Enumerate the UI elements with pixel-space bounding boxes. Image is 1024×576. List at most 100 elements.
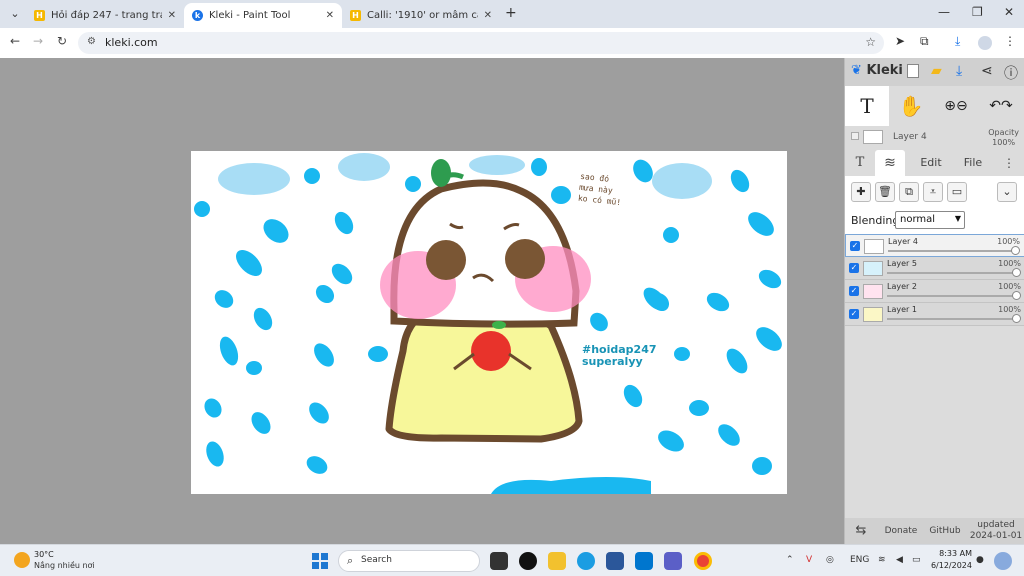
window-close-icon[interactable]: ✕ [1004, 5, 1014, 19]
dell-icon[interactable] [635, 552, 653, 570]
new-tab-button[interactable]: + [505, 5, 517, 21]
wifi-icon[interactable]: ≋ [878, 555, 886, 565]
close-icon[interactable]: ✕ [484, 10, 492, 21]
merge-down-icon[interactable]: ⩡ [923, 182, 943, 202]
add-layer-icon[interactable]: ✚ [851, 182, 871, 202]
profile-avatar[interactable] [978, 36, 992, 50]
zoom-icon[interactable]: ⊕⊖ [937, 86, 975, 126]
swap-side-icon[interactable]: ⇆ [849, 518, 873, 544]
drawing-art [194, 153, 782, 494]
layer-row[interactable]: ✓ Layer 5 100% [845, 257, 1024, 280]
new-image-icon[interactable] [907, 64, 919, 78]
canvas-workspace[interactable]: sao đó mưa này ko có mũ! #hoidap247 supe… [0, 58, 844, 544]
chevron-down-icon: ▼ [954, 214, 961, 223]
download-icon[interactable]: ⤓ [955, 34, 960, 49]
weather-widget[interactable]: 30°C Nắng nhiều nơi [12, 549, 132, 575]
opacity-slider-track[interactable] [887, 272, 1019, 274]
tab-kleki[interactable]: k Kleki - Paint Tool ✕ [184, 3, 342, 28]
layer-row[interactable]: ✓ Layer 4 100% [845, 234, 1024, 257]
copilot-icon[interactable] [994, 552, 1012, 570]
github-link[interactable]: GitHub [925, 518, 965, 544]
share-icon[interactable]: ⋖ [981, 63, 993, 79]
edge-icon[interactable] [577, 552, 595, 570]
duplicate-layer-icon[interactable]: ⧉ [899, 182, 919, 202]
kleki-logo: ❦ Kleki [851, 63, 903, 78]
opacity-slider-track[interactable] [887, 295, 1019, 297]
extensions-icon[interactable]: ⧉ [920, 34, 929, 49]
donate-link[interactable]: Donate [881, 518, 921, 544]
rename-layer-icon[interactable]: ▭ [947, 182, 967, 202]
opacity-slider-handle[interactable] [1011, 246, 1020, 255]
hand-tool-icon[interactable]: ✋ [895, 86, 927, 126]
cursor-icon[interactable]: ➤ [895, 34, 905, 48]
forward-icon[interactable]: → [33, 34, 43, 48]
tab-file[interactable]: File [955, 150, 991, 176]
eye-left [426, 240, 466, 280]
tab-text[interactable]: T [847, 150, 873, 176]
tab-hoidap[interactable]: H Hỏi đáp 247 - trang tra loi ✕ [26, 3, 184, 28]
help-icon[interactable]: ⓘ [1004, 63, 1018, 83]
network-app-icon[interactable]: ◎ [826, 555, 834, 565]
taskbar-search[interactable]: ⌕ Search [338, 550, 480, 572]
blending-select[interactable]: normal ▼ [895, 211, 965, 229]
opacity-slider-track[interactable] [888, 250, 1018, 252]
tab-layers-icon[interactable]: ≋ [875, 150, 905, 176]
tab-calli[interactable]: H Calli: '1910' or mâm câu hỏi 707 ✕ [342, 3, 500, 28]
task-view-icon[interactable] [490, 552, 508, 570]
opacity-slider-handle[interactable] [1012, 314, 1021, 323]
text-tool-button[interactable]: T [845, 86, 889, 126]
language-indicator[interactable]: ENG [850, 555, 869, 565]
opacity-slider-handle[interactable] [1012, 291, 1021, 300]
save-download-icon[interactable]: ⤓ [956, 63, 962, 79]
tab-edit[interactable]: Edit [909, 150, 953, 176]
bookmark-star-icon[interactable]: ☆ [865, 35, 876, 49]
close-icon[interactable]: ✕ [326, 10, 334, 21]
browser-toolbar: ← → ↻ ⚙ kleki.com ☆ ➤ ⧉ ⤓ ⋮ [0, 28, 1024, 58]
opacity-slider-handle[interactable] [1012, 268, 1021, 277]
close-icon[interactable]: ✕ [168, 10, 176, 21]
site-info-icon[interactable]: ⚙ [87, 36, 96, 47]
tool-row: T ✋ ⊕⊖ ↶↷ [845, 86, 1024, 126]
cloud [652, 163, 712, 199]
browser-tab-bar: ⌄ H Hỏi đáp 247 - trang tra loi ✕ k Klek… [0, 0, 1024, 28]
teams-icon[interactable] [664, 552, 682, 570]
restore-icon[interactable]: ❐ [972, 5, 983, 19]
menu-kebab-icon[interactable]: ⋮ [1004, 34, 1016, 48]
minimize-icon[interactable]: — [938, 5, 950, 19]
layer-row[interactable]: ✓ Layer 1 100% [845, 303, 1024, 326]
cloud [469, 155, 525, 175]
sidebar-more-icon[interactable]: ⋮ [997, 150, 1021, 176]
visibility-checkbox[interactable]: ✓ [849, 286, 859, 296]
clock[interactable]: 8:33 AM 6/12/2024 [928, 548, 972, 572]
updated-info[interactable]: updated 2024-01-01 [969, 518, 1023, 544]
store-icon[interactable] [606, 552, 624, 570]
expand-chevron-icon[interactable]: ⌄ [997, 182, 1017, 202]
open-folder-icon[interactable]: ▰ [931, 63, 942, 79]
tray-chevron-icon[interactable]: ⌃ [786, 555, 794, 565]
tab-search-icon[interactable]: ⌄ [6, 5, 24, 23]
volume-icon[interactable]: ◀ [896, 555, 903, 565]
battery-icon[interactable]: ▭ [912, 555, 921, 565]
notification-bell-icon[interactable]: ● [976, 555, 984, 565]
undo-redo-icon[interactable]: ↶↷ [983, 86, 1019, 126]
layer-row[interactable]: ✓ Layer 2 100% [845, 280, 1024, 303]
hoidap-favicon: H [34, 10, 45, 21]
vector-app-icon[interactable]: V [806, 555, 812, 565]
back-icon[interactable]: ← [10, 34, 20, 48]
opacity-slider-track[interactable] [887, 318, 1019, 320]
tiktok-icon[interactable] [519, 552, 537, 570]
drawing-canvas[interactable]: sao đó mưa này ko có mũ! #hoidap247 supe… [191, 151, 787, 494]
file-explorer-icon[interactable] [548, 552, 566, 570]
body [385, 307, 583, 443]
visibility-checkbox[interactable]: ✓ [849, 263, 859, 273]
visibility-checkbox[interactable]: ✓ [849, 309, 859, 319]
cloud [338, 153, 390, 181]
delete-layer-icon[interactable]: 🗑 [875, 182, 895, 202]
start-button[interactable] [312, 553, 328, 569]
reload-icon[interactable]: ↻ [57, 34, 67, 48]
blending-row: Blending normal ▼ [845, 208, 1024, 234]
kleki-logo-icon: ❦ [851, 63, 862, 78]
visibility-checkbox[interactable]: ✓ [850, 241, 860, 251]
chrome-icon[interactable] [694, 552, 712, 570]
address-bar[interactable]: ⚙ kleki.com ☆ [78, 32, 884, 54]
